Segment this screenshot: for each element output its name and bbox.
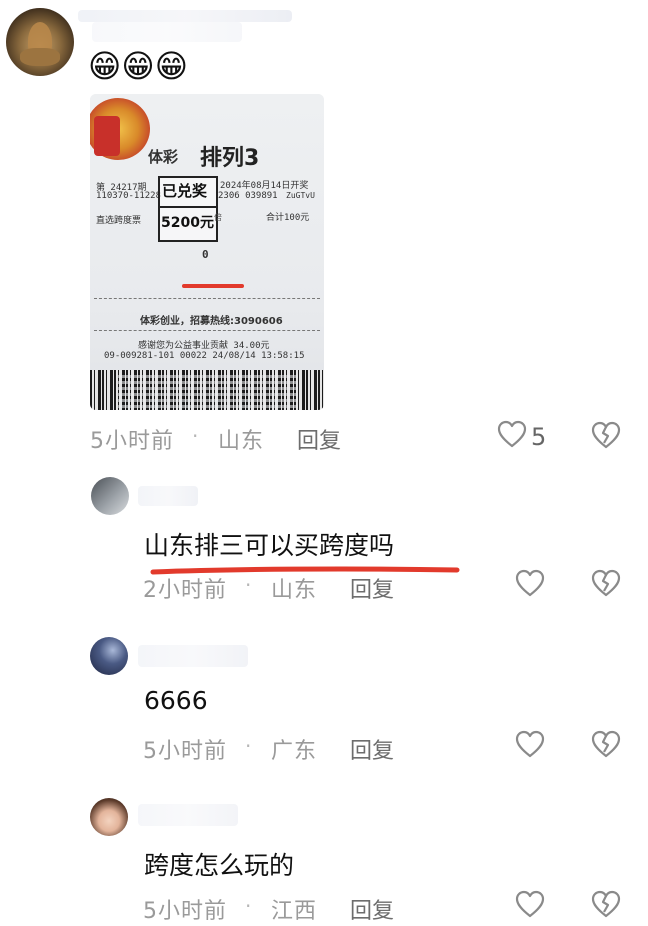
broken-heart-outline-icon[interactable] [590,420,622,450]
comment-time: 2小时前 [143,578,227,603]
commenter-name-blurred[interactable] [138,804,238,826]
reply-button[interactable]: 回复 [297,423,341,455]
comment-time: 5小时前 [143,739,227,764]
ticket-total: 合计100元 [266,213,310,223]
comment-text: 山东排三可以买跨度吗 [144,531,395,560]
meta-separator: · [245,734,252,758]
comment-text: 6666 [144,686,208,715]
commenter-avatar[interactable] [91,477,129,515]
redeemed-stamp: 已兑奖 5200元 [158,176,218,242]
meta-separator: · [192,424,199,448]
broken-heart-outline-icon[interactable] [590,889,622,919]
reply-button[interactable]: 回复 [350,893,394,925]
commenter-avatar[interactable] [90,637,128,675]
ticket-serial-b: 2306 039891 [218,191,278,201]
heart-outline-icon[interactable] [515,569,545,597]
ticket-footer: 09-009281-101 00022 24/08/14 13:58:15 [104,351,305,361]
heart-outline-icon[interactable] [515,730,545,758]
heart-outline-icon[interactable] [515,890,545,918]
lottery-ticket-photo[interactable]: 体彩 排列3 第 24217期 2024年08月14日开奖 110370-112… [90,94,324,410]
ticket-serial-c: ZuGTvU [286,191,315,200]
comment-time: 5小时前 [143,899,227,924]
comment-text: 跨度怎么玩的 [144,851,295,880]
broken-heart-outline-icon[interactable] [590,729,622,759]
ticket-game-name: 排列3 [200,146,260,171]
comment-time: 5小时前 [90,429,174,454]
emoji-grin-row: 😁😁😁 [88,47,189,85]
commenter-name-blurred[interactable] [78,10,292,22]
comment-location: 山东 [271,578,318,603]
ticket-red-annotation [182,284,244,288]
commenter-name-blurred[interactable] [138,645,248,667]
meta-separator: · [245,894,252,918]
commenter-name-blurred-2 [92,22,242,42]
ticket-date: 2024年08月14日开奖 [220,181,309,191]
reply-button[interactable]: 回复 [350,733,394,765]
commenter-name-blurred[interactable] [138,486,198,506]
broken-heart-outline-icon[interactable] [590,568,622,598]
reply-button[interactable]: 回复 [350,572,394,604]
comment-location: 广东 [271,739,318,764]
ticket-hotline: 体彩创业，招募热线:3090606 [140,316,283,327]
ticket-play-type: 直选跨度票 [96,216,142,226]
like-count: 5 [531,423,547,451]
meta-separator: · [245,573,252,597]
commenter-avatar[interactable] [90,798,128,836]
ticket-number: 0 [202,248,209,261]
commenter-avatar[interactable] [6,8,74,76]
ticket-lottery-name: 体彩 [148,148,179,166]
heart-outline-icon[interactable] [497,420,527,448]
comment-location: 江西 [271,899,318,924]
comment-location: 山东 [218,429,265,454]
ticket-serial-a: 110370-11228 [96,191,162,201]
ticket-thanks: 感谢您为公益事业贡献 34.00元 [138,341,270,351]
ticket-stamp-suffix: 倍 [214,213,222,222]
